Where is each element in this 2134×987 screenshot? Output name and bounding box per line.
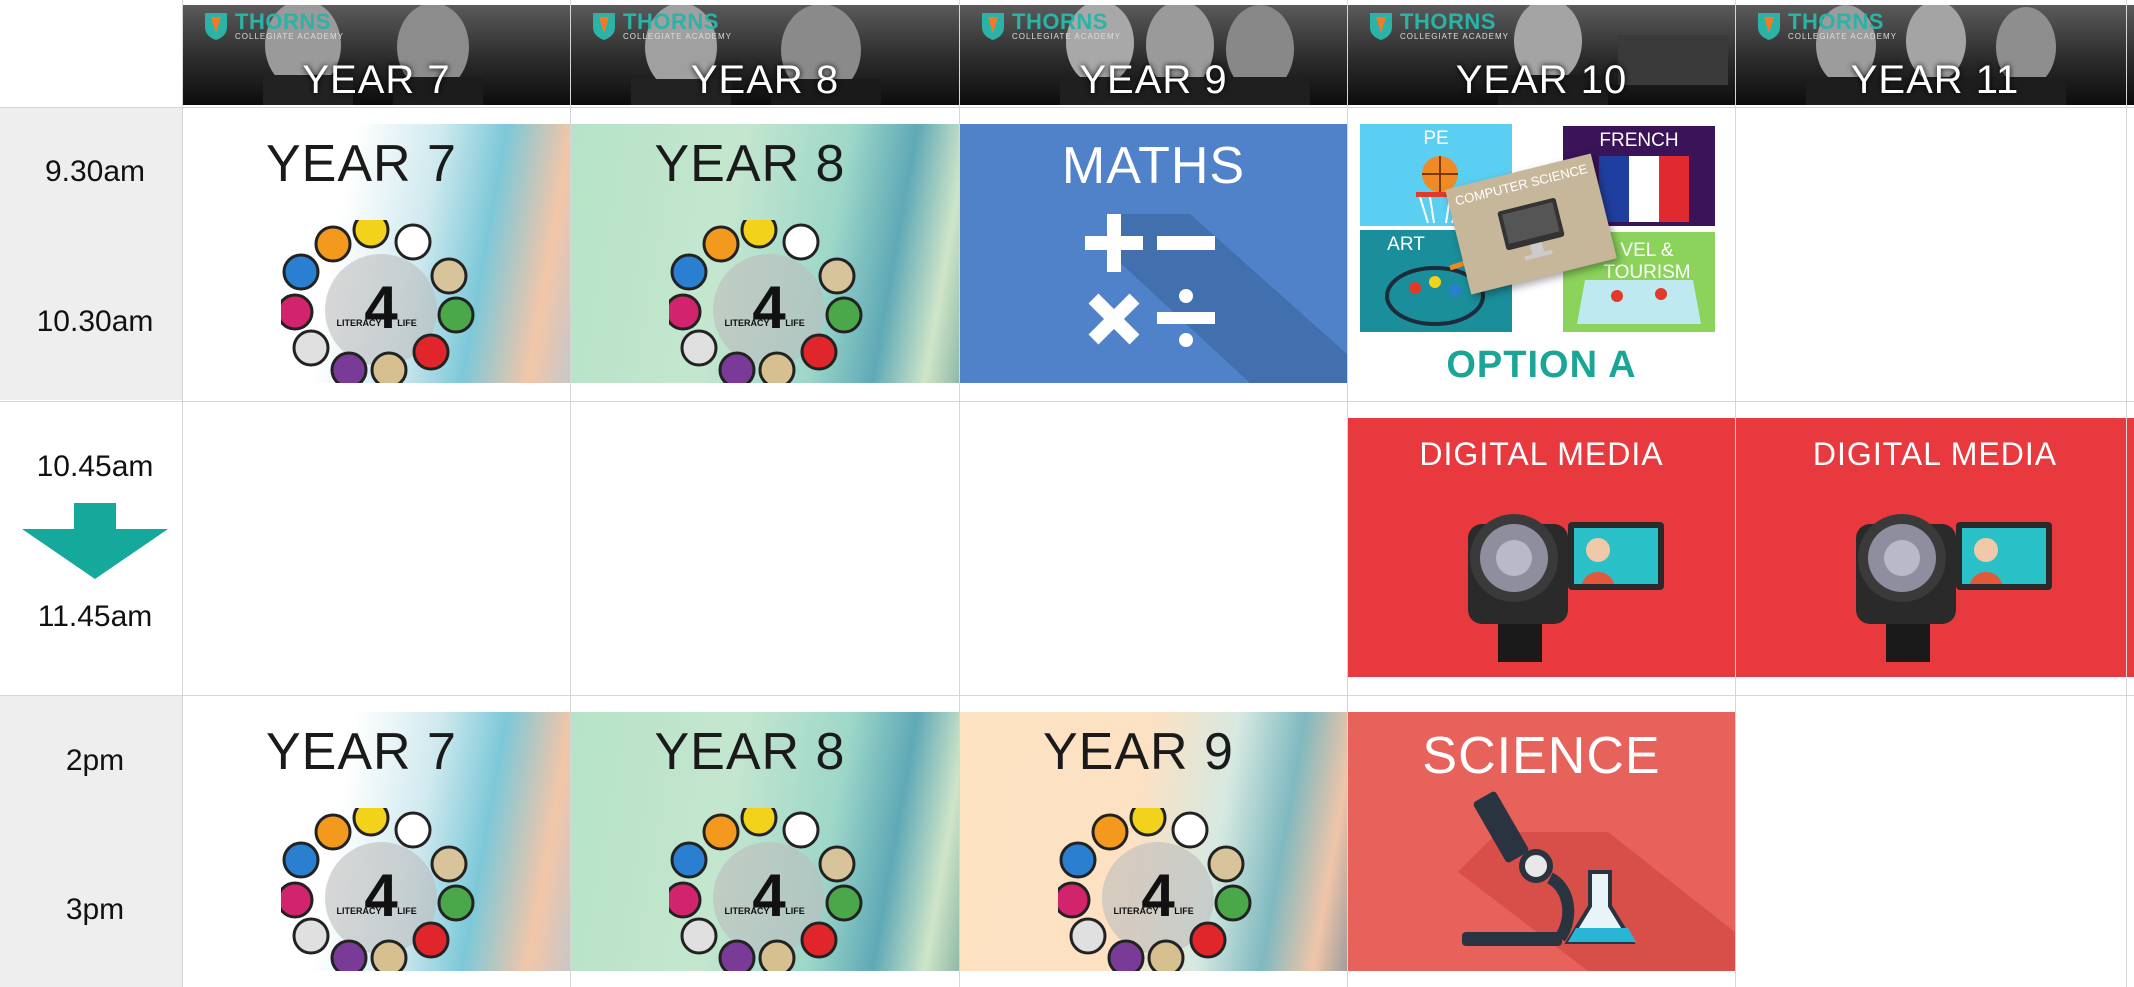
column-title: YEAR 11 [1850, 58, 2020, 102]
tile-digital-media-y10[interactable]: DIGITAL MEDIA [1348, 418, 1735, 677]
shield-icon [982, 13, 1004, 40]
column-title: YEAR 7 [302, 58, 451, 102]
literacy-label: LIFE [397, 318, 417, 328]
grid-line [1347, 0, 1348, 987]
academy-logo: THORNS COLLEGIATE ACADEMY [980, 8, 1121, 41]
literacy-wheel-icon: 4 LITERACY LIFE [281, 220, 475, 383]
tile-year8-literacy-pm[interactable]: YEAR 8 4 LITERACY LIFE [571, 712, 959, 971]
logo-subtext: COLLEGIATE ACADEMY [1400, 31, 1509, 41]
grid-line [182, 0, 183, 987]
tile-title: SCIENCE [1422, 727, 1661, 785]
literacy-label: LIFE [1174, 906, 1194, 916]
academy-logo: THORNS COLLEGIATE ACADEMY [203, 8, 344, 41]
time-label: 2pm [65, 744, 125, 777]
tile-year7-literacy[interactable]: YEAR 7 4 LITERACY LIFE [183, 124, 570, 383]
french-flag-icon [1599, 156, 1689, 222]
literacy-wheel-icon: 4 LITERACY LIFE [281, 808, 475, 971]
computer-monitor-icon [1497, 197, 1565, 261]
tile-option-a[interactable]: PE FRENCH ART VEL & TOURISM COMPUTER SCI… [1348, 108, 1735, 400]
literacy-number: 4 [364, 274, 398, 341]
literacy-label: LITERACY [725, 906, 770, 916]
logo-text: THORNS [235, 8, 331, 34]
time-cell-slot1 [0, 108, 182, 400]
timetable-grid: THORNS COLLEGIATE ACADEMY YEAR 7 THORNS CO… [0, 0, 2134, 987]
time-label: 11.45am [37, 600, 153, 633]
literacy-label: LIFE [785, 906, 805, 916]
tile-title: DIGITAL MEDIA [1812, 436, 2058, 472]
tile-title: YEAR 8 [654, 723, 846, 781]
tile-title: DIGITAL MEDIA [1419, 436, 1664, 472]
grid-line [959, 0, 960, 987]
literacy-wheel-icon: 4 LITERACY LIFE [669, 808, 863, 971]
literacy-wheel-icon: 4 LITERACY LIFE [669, 220, 863, 383]
tile-title: YEAR 7 [266, 723, 457, 781]
tile-year9-literacy-pm[interactable]: YEAR 9 4 LITERACY LIFE [960, 712, 1347, 971]
literacy-wheel-icon: 4 LITERACY LIFE [1058, 808, 1252, 971]
header-year-7: THORNS COLLEGIATE ACADEMY YEAR 7 [183, 5, 570, 105]
header-year-8: THORNS COLLEGIATE ACADEMY YEAR 8 [571, 5, 959, 105]
tile-digital-media-y11[interactable]: DIGITAL MEDIA [1736, 418, 2134, 677]
shield-icon [1370, 13, 1392, 40]
literacy-number: 4 [364, 862, 398, 929]
logo-subtext: COLLEGIATE ACADEMY [235, 31, 344, 41]
column-title: YEAR 9 [1079, 58, 1228, 102]
time-label: 9.30am [44, 155, 146, 188]
grid-line [1735, 0, 1736, 987]
grid-line [2126, 0, 2127, 987]
literacy-number: 4 [752, 862, 786, 929]
tile-year8-literacy[interactable]: YEAR 8 4 LITERACY LIFE [571, 124, 959, 383]
time-label: 3pm [65, 893, 125, 926]
logo-text: THORNS [1788, 8, 1884, 34]
header-year-9: THORNS COLLEGIATE ACADEMY YEAR 9 [960, 5, 1347, 105]
grid-line [0, 401, 2134, 402]
option-label: FRENCH [1599, 130, 1679, 151]
map-icon [1577, 280, 1701, 324]
shield-icon [593, 13, 615, 40]
option-label: PE [1423, 128, 1449, 149]
video-camera-icon [1468, 514, 1664, 662]
shield-icon [205, 13, 227, 40]
video-camera-icon [1856, 514, 2052, 662]
time-label: 10.30am [36, 305, 154, 338]
literacy-label: LITERACY [337, 906, 382, 916]
column-title: YEAR 8 [690, 58, 840, 102]
header-year-11: THORNS COLLEGIATE ACADEMY YEAR 11 [1736, 5, 2134, 105]
arrow-down-icon [22, 503, 168, 579]
literacy-label: LIFE [785, 318, 805, 328]
microscope-icon [1462, 791, 1636, 946]
tile-science[interactable]: SCIENCE [1348, 712, 1735, 971]
literacy-label: LITERACY [725, 318, 770, 328]
logo-text: THORNS [1012, 8, 1108, 34]
time-label: 10.45am [36, 450, 154, 483]
option-a-caption: OPTION A [1446, 344, 1637, 386]
literacy-number: 4 [752, 274, 786, 341]
tile-title: YEAR 8 [654, 135, 846, 193]
academy-logo: THORNS COLLEGIATE ACADEMY [591, 8, 732, 41]
literacy-label: LITERACY [1114, 906, 1159, 916]
logo-text: THORNS [623, 8, 719, 34]
time-cell-slot3 [0, 696, 182, 987]
logo-subtext: COLLEGIATE ACADEMY [1012, 31, 1121, 41]
literacy-label: LITERACY [337, 318, 382, 328]
math-operators-icon [1085, 214, 1215, 347]
logo-subtext: COLLEGIATE ACADEMY [1788, 31, 1897, 41]
tile-title: MATHS [1061, 137, 1246, 195]
column-title: YEAR 10 [1455, 58, 1628, 102]
tile-title: YEAR 9 [1043, 723, 1234, 781]
tile-title: YEAR 7 [266, 135, 457, 193]
tile-year7-literacy-pm[interactable]: YEAR 7 4 LITERACY LIFE [183, 712, 570, 971]
grid-line [0, 695, 2134, 696]
header-year-10: THORNS COLLEGIATE ACADEMY YEAR 10 [1348, 5, 1735, 105]
grid-line [0, 107, 2134, 108]
logo-text: THORNS [1400, 8, 1496, 34]
shield-icon [1758, 13, 1780, 40]
literacy-number: 4 [1141, 862, 1175, 929]
tile-maths[interactable]: MATHS [960, 124, 1347, 383]
academy-logo: THORNS COLLEGIATE ACADEMY [1368, 8, 1509, 41]
academy-logo: THORNS COLLEGIATE ACADEMY [1756, 8, 1897, 41]
literacy-label: LIFE [397, 906, 417, 916]
grid-line [570, 0, 571, 987]
logo-subtext: COLLEGIATE ACADEMY [623, 31, 732, 41]
